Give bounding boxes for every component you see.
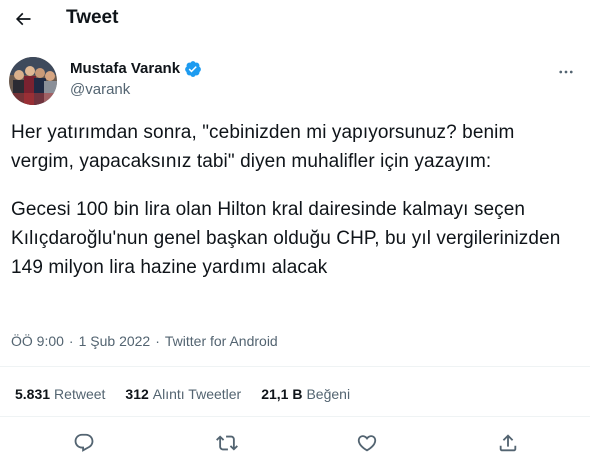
quote-count: 312 xyxy=(125,386,149,402)
author-name-link[interactable]: Mustafa Varank xyxy=(70,60,202,78)
share-button[interactable] xyxy=(496,431,520,455)
tweet-paragraph-1: Her yatırımdan sonra, "cebinizden mi yap… xyxy=(11,122,515,172)
retweet-count: 5.831 xyxy=(15,386,51,402)
like-icon xyxy=(356,432,378,454)
retweet-label: Retweet xyxy=(54,386,106,402)
back-button[interactable] xyxy=(8,4,38,34)
tweet-paragraph-2: Gecesi 100 bin lira olan Hilton kral dai… xyxy=(11,199,561,278)
tweet-time[interactable]: ÖÖ 9:00 xyxy=(11,332,64,350)
tweet-date[interactable]: 1 Şub 2022 xyxy=(79,332,151,350)
divider xyxy=(0,366,590,367)
author-name: Mustafa Varank xyxy=(70,60,181,77)
like-label: Beğeni xyxy=(306,386,351,402)
like-count-link[interactable]: 21,1 B Beğeni xyxy=(261,385,350,403)
meta-separator: · xyxy=(155,333,160,349)
top-bar: Tweet xyxy=(0,0,590,40)
reply-icon xyxy=(73,432,95,454)
verified-badge-icon xyxy=(184,60,202,78)
like-button[interactable] xyxy=(355,431,379,455)
arrow-left-icon xyxy=(13,9,33,29)
tweet-body: Her yatırımdan sonra, "cebinizden mi yap… xyxy=(11,118,579,282)
divider xyxy=(0,416,590,417)
page-title: Tweet xyxy=(66,7,119,28)
avatar[interactable] xyxy=(9,57,57,105)
retweet-icon xyxy=(216,432,238,454)
tweet-stats: 5.831 Retweet 312 Alıntı Tweetler 21,1 B Be… xyxy=(15,385,370,403)
tweet-author: Mustafa Varank @varank xyxy=(0,52,590,106)
more-horizontal-icon xyxy=(557,63,575,81)
like-count: 21,1 B xyxy=(261,386,303,402)
tweet-meta: ÖÖ 9:00 · 1 Şub 2022 · Twitter for Andro… xyxy=(11,332,278,350)
retweet-count-link[interactable]: 5.831 Retweet xyxy=(15,385,105,403)
author-handle[interactable]: @varank xyxy=(70,81,130,99)
tweet-source[interactable]: Twitter for Android xyxy=(165,332,278,350)
meta-separator: · xyxy=(68,333,74,349)
tweet-actions xyxy=(0,423,590,461)
reply-button[interactable] xyxy=(72,431,96,455)
quote-label: Alıntı Tweetler xyxy=(152,386,242,402)
quote-count-link[interactable]: 312 Alıntı Tweetler xyxy=(125,385,241,403)
more-options-button[interactable] xyxy=(552,58,580,86)
retweet-button[interactable] xyxy=(215,431,239,455)
share-icon xyxy=(497,432,519,454)
